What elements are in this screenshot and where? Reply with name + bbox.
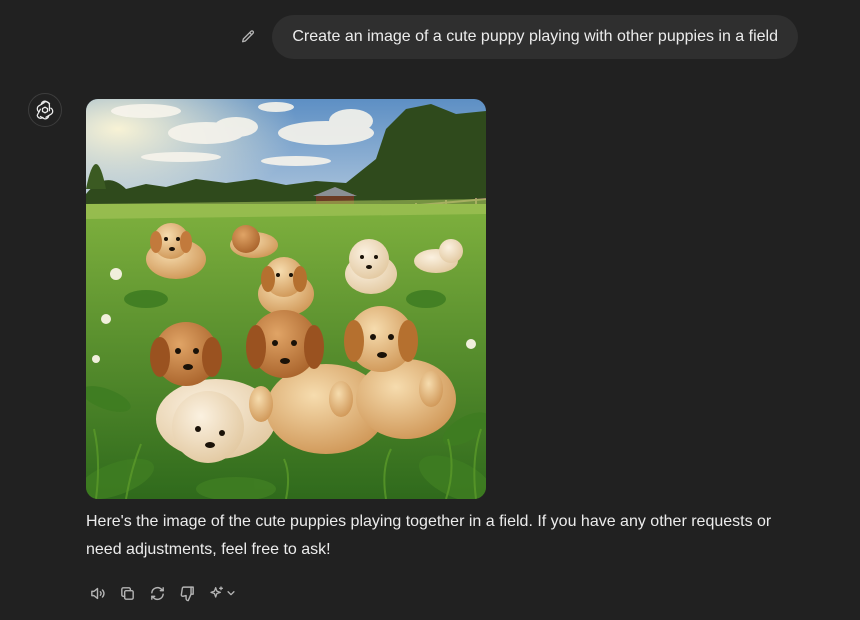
read-aloud-button[interactable] [86,580,108,606]
thumbs-down-icon [180,585,194,601]
edit-message-button[interactable] [234,23,262,51]
message-actions [86,580,246,606]
chat-page: Create an image of a cute puppy playing … [0,0,860,620]
chevron-down-icon [226,591,235,596]
regenerate-button[interactable] [146,580,168,606]
user-message-row: Create an image of a cute puppy playing … [234,15,798,59]
regenerate-icon [150,586,164,600]
bad-response-button[interactable] [176,580,198,606]
sparkle-icon [209,586,223,598]
assistant-reply: Here's the image of the cute puppies pla… [86,513,772,558]
copy-icon [120,586,134,600]
openai-logo-icon [36,100,54,120]
assistant-avatar [28,93,62,127]
user-message-bubble: Create an image of a cute puppy playing … [272,15,798,59]
puppies-field-picture [86,99,486,499]
read-aloud-icon [90,587,105,599]
generated-image[interactable] [86,99,486,499]
switch-model-button[interactable] [206,580,238,606]
copy-button[interactable] [116,580,138,606]
pencil-icon [242,30,255,43]
